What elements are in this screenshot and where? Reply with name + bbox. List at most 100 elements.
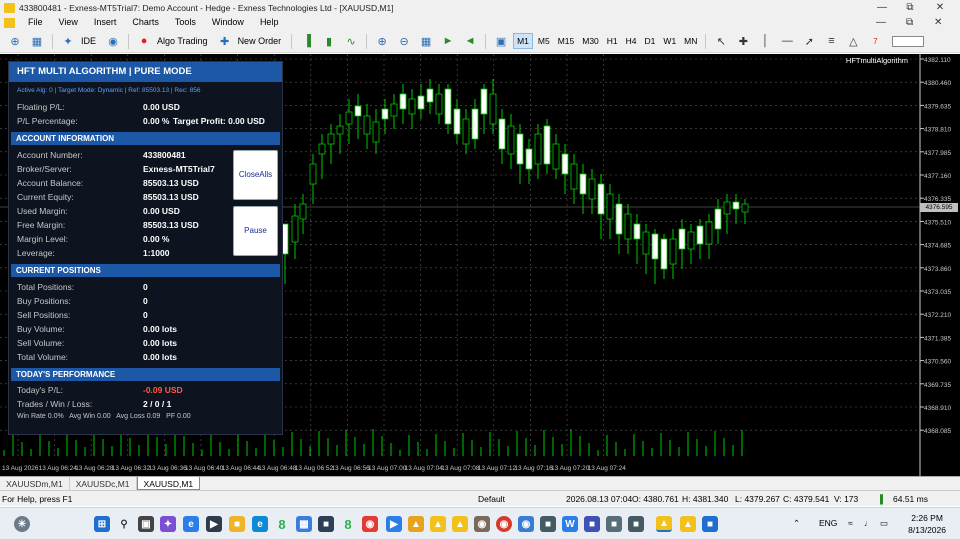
menu-help[interactable]: Help (252, 15, 287, 30)
copilot-icon[interactable]: ✦ (160, 516, 176, 532)
account-row-value: 85503.13 USD (143, 192, 199, 202)
menu-insert[interactable]: Insert (86, 15, 125, 30)
app-slate-icon[interactable]: ■ (606, 516, 622, 532)
zoom-out-icon[interactable]: ⊖ (396, 33, 412, 49)
chrome-icon[interactable]: ◉ (496, 516, 512, 532)
browser-icon[interactable]: e (252, 516, 268, 532)
ide-button[interactable]: IDE (81, 36, 96, 46)
timeframe-m30[interactable]: M30 (579, 34, 602, 48)
tab-xauusdm[interactable]: XAUUSDm,M1 (0, 477, 70, 490)
menu-tools[interactable]: Tools (167, 15, 204, 30)
search-field[interactable] (892, 35, 925, 47)
timeframe-d1[interactable]: D1 (642, 34, 659, 48)
tab-xauusdc[interactable]: XAUUSDc,M1 (70, 477, 137, 490)
app-blue2-icon[interactable]: ◉ (518, 516, 534, 532)
app-8-icon[interactable]: 8 (274, 516, 290, 532)
candle-body (507, 125, 515, 155)
app-dark-icon[interactable]: ■ (628, 516, 644, 532)
bar-chart-icon[interactable]: ▐ (299, 33, 315, 49)
active-mt5-icon[interactable]: ▲ (656, 516, 672, 532)
app-blue-icon[interactable]: ▶ (386, 516, 402, 532)
vertical-line-icon[interactable]: │ (757, 33, 773, 49)
app-red-icon[interactable]: ◉ (362, 516, 378, 532)
candle-body (660, 238, 668, 270)
tray-chevron-icon[interactable]: ⌃ (793, 518, 800, 529)
todays-pl-label: Today's P/L: (17, 385, 64, 395)
price-label: 4372.210 (924, 312, 951, 319)
new-chart-icon[interactable]: ⊕ (7, 33, 23, 49)
autoscroll-icon[interactable]: ► (440, 33, 456, 49)
app-orange-icon[interactable]: ▲ (408, 516, 424, 532)
menu-view[interactable]: View (51, 15, 86, 30)
horizontal-line-icon[interactable]: — (779, 33, 795, 49)
timeframe-m5[interactable]: M5 (535, 34, 553, 48)
system-clock[interactable]: 2:26 PM 8/13/2026 (908, 512, 946, 536)
screenshot-icon[interactable]: ▣ (493, 33, 509, 49)
clock-time: 2:26 PM (911, 513, 943, 523)
weather-icon[interactable]: ☀ (14, 516, 30, 532)
objects-icon[interactable]: △ (845, 33, 861, 49)
app-indigo-icon[interactable]: ■ (584, 516, 600, 532)
crosshair-icon[interactable]: ✚ (735, 33, 751, 49)
start-icon[interactable]: ⊞ (94, 516, 110, 532)
app-8b-icon[interactable]: 8 (340, 516, 356, 532)
language-indicator[interactable]: ENG (819, 518, 837, 528)
terminal-icon[interactable]: ▶ (206, 516, 222, 532)
task-view-icon[interactable]: ▣ (138, 516, 154, 532)
search-icon[interactable]: ⚲ (116, 516, 132, 532)
chart-shift-icon[interactable]: ◄ (462, 33, 478, 49)
edge-app-icon[interactable]: e (183, 516, 199, 532)
grid-icon[interactable]: ▦ (418, 33, 434, 49)
candlestick-icon[interactable]: ▮ (321, 33, 337, 49)
cursor-icon[interactable]: ↖ (713, 33, 729, 49)
position-row-label: Total Volume: (17, 352, 69, 362)
timeframe-m15[interactable]: M15 (555, 34, 578, 48)
chart-restore-button[interactable]: ⧉ (906, 15, 913, 30)
timeframe-m1[interactable]: M1 (513, 33, 533, 49)
minimize-button[interactable]: — (868, 0, 896, 15)
line-chart-icon[interactable]: ∿ (343, 33, 359, 49)
new-order-icon[interactable]: ✚ (217, 33, 233, 49)
app-brown-icon[interactable]: ◉ (474, 516, 490, 532)
chart-minimize-button[interactable]: — (876, 15, 886, 30)
chart-close-button[interactable]: ✕ (934, 15, 942, 30)
battery-icon[interactable]: ▭ (880, 518, 888, 529)
wifi-icon[interactable]: ≈ (848, 518, 853, 528)
timeframe-h1[interactable]: H1 (604, 34, 621, 48)
navigator-icon[interactable]: ✦ (60, 33, 76, 49)
timeframe-h4[interactable]: H4 (623, 34, 640, 48)
app-icon[interactable]: ■ (318, 516, 334, 532)
mt5c-taskbar-icon[interactable]: ▲ (680, 516, 696, 532)
zoom-in-icon[interactable]: ⊕ (374, 33, 390, 49)
taskbar: ☀ ⊞ ⚲ ▣ ✦ e ▶ ■ e 8 ▦ ■ 8 ◉ ▶ ▲ ▲ ▲ ◉ ◉ … (0, 507, 960, 539)
maximize-button[interactable]: ⧉ (896, 0, 924, 15)
market-icon[interactable]: ◉ (105, 33, 121, 49)
trendline-icon[interactable]: ➚ (801, 33, 817, 49)
profiles-icon[interactable]: ▦ (29, 33, 45, 49)
close-button[interactable]: ✕ (926, 0, 954, 15)
pause-button[interactable]: Pause (233, 206, 278, 256)
close-all-button[interactable]: CloseAlls (233, 150, 278, 200)
store-icon[interactable]: ▦ (296, 516, 312, 532)
timeframe-mn[interactable]: MN (681, 34, 700, 48)
app-blue3-icon[interactable]: ■ (702, 516, 718, 532)
position-row-value: 0.00 lots (143, 338, 178, 348)
text-tool-icon[interactable]: ≡ (823, 33, 839, 49)
new-order-button[interactable]: New Order (238, 36, 282, 46)
mt5b-taskbar-icon[interactable]: ▲ (452, 516, 468, 532)
candle-body (516, 133, 524, 165)
mt5-taskbar-icon[interactable]: ▲ (430, 516, 446, 532)
algo-trading-icon[interactable]: ● (136, 33, 152, 49)
volume-icon[interactable]: ♩ (864, 518, 873, 528)
timeframe-w1[interactable]: W1 (660, 34, 679, 48)
tab-xauusd[interactable]: XAUUSD,M1 (136, 477, 201, 490)
app-word-icon[interactable]: W (562, 516, 578, 532)
app-grey-icon[interactable]: ■ (540, 516, 556, 532)
menu-charts[interactable]: Charts (124, 15, 167, 30)
algo-trading-button[interactable]: Algo Trading (157, 36, 208, 46)
menu-window[interactable]: Window (204, 15, 252, 30)
indicator-label: HFTmultiAlgorithm (845, 56, 908, 65)
notifications-icon[interactable]: 7 (867, 33, 883, 49)
menu-file[interactable]: File (20, 15, 51, 30)
file-explorer-icon[interactable]: ■ (229, 516, 245, 532)
